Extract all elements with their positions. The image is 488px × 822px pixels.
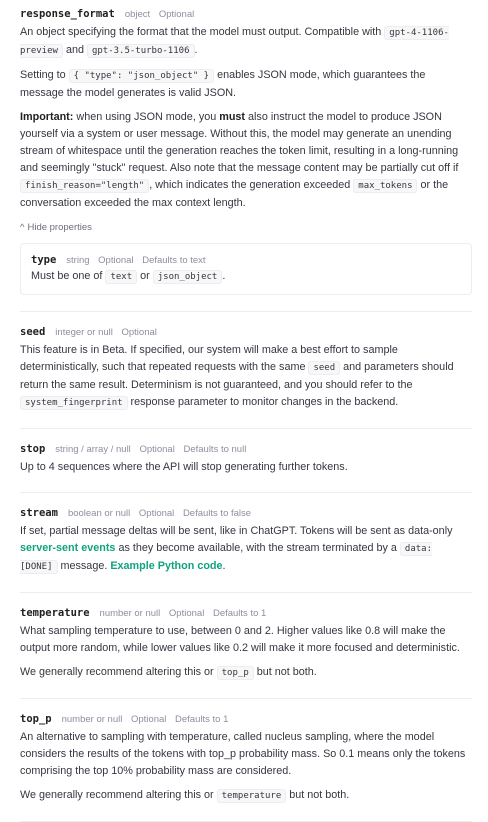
inline-code: top_p [216,666,254,680]
param-response-format: response_format object Optional An objec… [20,8,472,312]
param-top-p: top_p number or null Optional Defaults t… [20,713,472,822]
param-type: string [66,255,90,266]
param-name: stop [20,443,46,455]
api-reference-params: response_format object Optional An objec… [0,0,488,822]
inline-code: text [105,270,138,284]
param-optional: Optional [139,444,175,455]
server-sent-events-link[interactable]: server-sent events [20,542,115,554]
param-type: integer or null [55,327,113,338]
inline-code: temperature [216,789,287,803]
param-default: Defaults to false [182,508,252,519]
param-default: Defaults to 1 [175,714,229,725]
param-name: response_format [20,8,115,20]
param-header: stream boolean or null Optional Defaults… [20,507,472,519]
inline-code: json_object [152,270,223,284]
param-description: What sampling temperature to use, betwee… [20,625,460,654]
param-stop: stop string / array / null Optional Defa… [20,443,472,493]
param-name: stream [20,507,58,519]
param-header: top_p number or null Optional Defaults t… [20,713,472,725]
param-meta: object Optional [125,9,200,20]
param-meta: number or null Optional Defaults to 1 [100,608,273,619]
inline-code: max_tokens [353,179,418,193]
param-description: Up to 4 sequences where the API will sto… [20,461,348,473]
param-meta: boolean or null Optional Defaults to fal… [68,508,257,519]
param-name: top_p [20,713,52,725]
inline-code: gpt-3.5-turbo-1106 [86,44,195,58]
param-name: type [31,254,57,266]
param-description: Important: when using JSON mode, you mus… [20,111,459,209]
param-header: stop string / array / null Optional Defa… [20,443,472,455]
child-param-type: type string Optional Defaults to text Mu… [20,243,472,295]
param-optional: Optional [168,608,205,619]
param-meta: string / array / null Optional Defaults … [55,444,252,455]
param-header: response_format object Optional [20,8,472,20]
param-optional: Optional [158,9,195,20]
param-description: An object specifying the format that the… [20,26,449,58]
example-python-code-link[interactable]: Example Python code [110,560,222,572]
param-optional: Optional [138,508,175,519]
param-type: number or null [61,714,123,725]
inline-code: system_fingerprint [20,396,128,410]
param-optional: Optional [130,714,167,725]
param-recommendation: We generally recommend altering this or … [20,789,350,803]
param-optional: Optional [121,327,157,338]
param-description: If set, partial message deltas will be s… [20,525,453,574]
param-name: seed [20,326,46,338]
param-header: seed integer or null Optional [20,326,472,338]
param-type: number or null [99,608,161,619]
param-description: An alternative to sampling with temperat… [20,731,466,777]
toggle-label: Hide properties [27,222,92,233]
param-recommendation: We generally recommend altering this or … [20,666,317,680]
param-default: Defaults to text [142,255,206,266]
param-description: This feature is in Beta. If specified, o… [20,344,454,410]
inline-code: seed [308,361,341,375]
param-header: type string Optional Defaults to text [31,254,459,266]
param-meta: integer or null Optional [55,327,163,338]
param-seed: seed integer or null Optional This featu… [20,326,472,429]
param-default: Defaults to null [183,444,247,455]
hide-properties-toggle[interactable]: ^ Hide properties [20,222,472,233]
inline-code: finish_reason="length" [20,179,150,193]
param-default: Defaults to 1 [212,608,267,619]
param-type: object [124,9,151,20]
param-type: boolean or null [67,508,131,519]
param-description: Must be one of text or json_object. [31,270,226,284]
param-meta: number or null Optional Defaults to 1 [62,714,235,725]
param-type: string / array / null [55,444,131,455]
param-meta: string Optional Defaults to text [66,255,211,266]
param-optional: Optional [98,255,134,266]
inline-code: { "type": "json_object" } [68,69,215,83]
param-header: temperature number or null Optional Defa… [20,607,472,619]
param-temperature: temperature number or null Optional Defa… [20,607,472,699]
param-name: temperature [20,607,90,619]
param-description: Setting to { "type": "json_object" } ena… [20,69,426,99]
chevron-up-icon: ^ [20,222,25,233]
param-stream: stream boolean or null Optional Defaults… [20,507,472,593]
